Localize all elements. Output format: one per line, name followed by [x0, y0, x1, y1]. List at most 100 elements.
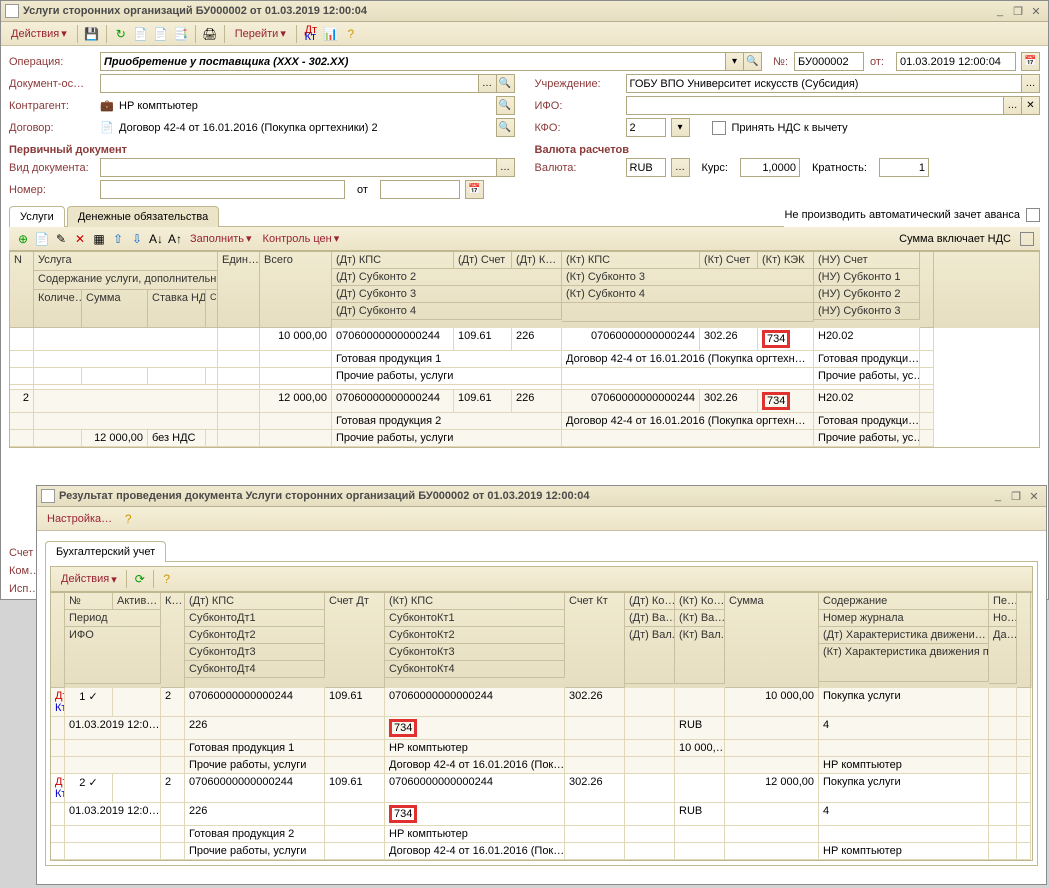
nomer-date[interactable] — [380, 180, 460, 199]
minimize-button[interactable]: _ — [992, 4, 1008, 18]
tab-bukh[interactable]: Бухгалтерский учет — [45, 541, 166, 562]
kurs-input[interactable] — [740, 158, 800, 177]
maximize-button[interactable]: ❐ — [1010, 4, 1026, 18]
clear-icon[interactable]: ▦ — [91, 231, 107, 247]
dogovor-input[interactable] — [116, 118, 497, 137]
actions-menu[interactable]: Действия ▾ — [7, 25, 71, 42]
col-skdt3[interactable]: СубконтоДт3 — [185, 644, 325, 661]
save-icon[interactable]: 💾 — [84, 26, 100, 42]
result-row[interactable]: ДтКт 1 ✓ 2 07060000000000244109.61 07060… — [51, 688, 1032, 717]
col-schetkt[interactable]: Счет Кт — [565, 593, 625, 688]
sort-desc-icon[interactable]: A↑ — [167, 231, 183, 247]
viddok-input[interactable] — [100, 158, 497, 177]
help-icon[interactable]: ? — [120, 511, 136, 527]
col-skkt3[interactable]: СубконтоКт3 — [385, 644, 565, 661]
nds-checkbox[interactable] — [712, 121, 726, 135]
col-ktva[interactable]: (Кт) Ва… — [675, 610, 725, 627]
num-input[interactable] — [794, 52, 864, 71]
uchr-pick[interactable]: … — [1021, 74, 1040, 93]
col-ktko[interactable]: (Кт) Ко… — [675, 593, 725, 610]
col-dtschet[interactable]: (Дт) Счет — [454, 252, 512, 269]
col-ifo[interactable]: ИФО — [65, 627, 161, 684]
doc-os-pick[interactable]: … — [478, 74, 497, 93]
ifo-pick[interactable]: … — [1003, 96, 1022, 115]
actions-menu-2[interactable]: Действия ▾ — [57, 571, 121, 588]
col-ktsk3[interactable]: (Кт) Субконто 3 — [562, 269, 814, 286]
edit-icon[interactable]: ✎ — [53, 231, 69, 247]
date-picker[interactable]: 📅 — [1021, 52, 1040, 71]
post-icon[interactable]: ↻ — [113, 26, 129, 42]
copy-icon[interactable]: 📄 — [153, 26, 169, 42]
valuta-pick[interactable]: … — [671, 158, 690, 177]
no-autoset-checkbox[interactable] — [1026, 208, 1040, 222]
col-nusk1[interactable]: (НУ) Субконто 1 — [814, 269, 920, 286]
doc-os-search[interactable]: 🔍 — [496, 74, 515, 93]
col-da[interactable]: Да… — [989, 627, 1017, 684]
col-skdt2[interactable]: СубконтоДт2 — [185, 627, 325, 644]
tab-denezh[interactable]: Денежные обязательства — [67, 206, 219, 227]
sum-nds-checkbox[interactable] — [1020, 232, 1034, 246]
help-icon[interactable]: ? — [159, 571, 175, 587]
col-dtko[interactable]: (Дт) Ко… — [625, 593, 675, 610]
ifo-clear[interactable]: ✕ — [1021, 96, 1040, 115]
col-nuschet[interactable]: (НУ) Счет — [814, 252, 920, 269]
col-dthar[interactable]: (Дт) Характеристика движени… — [819, 627, 989, 644]
col-usluga[interactable]: Услуга — [34, 252, 218, 271]
doc-os-input[interactable] — [100, 74, 479, 93]
nomer-input[interactable] — [100, 180, 345, 199]
tab-uslugi[interactable]: Услуги — [9, 206, 65, 227]
col-ktkps[interactable]: (Кт) КПС — [385, 593, 565, 610]
krat-input[interactable] — [879, 158, 929, 177]
col-kol[interactable]: Количе… — [34, 290, 82, 328]
dogovor-search[interactable]: 🔍 — [496, 118, 515, 137]
goto-menu[interactable]: Перейти ▾ — [231, 25, 290, 42]
col-dtsk2[interactable]: (Дт) Субконто 2 — [332, 269, 562, 286]
print-icon[interactable]: 🖨 — [202, 26, 218, 42]
operation-input[interactable] — [100, 52, 726, 71]
kontragent-input[interactable] — [116, 96, 497, 115]
down-icon[interactable]: ⇩ — [129, 231, 145, 247]
kfo-dd[interactable]: ▾ — [671, 118, 690, 137]
dtkt-icon[interactable]: ДтКт — [303, 26, 319, 42]
new-icon[interactable]: 📄 — [133, 26, 149, 42]
col-vsego[interactable]: Всего — [260, 252, 332, 328]
add-copy-icon[interactable]: 📄 — [34, 231, 50, 247]
close-button[interactable]: ✕ — [1028, 4, 1044, 18]
col-n[interactable]: № — [65, 593, 113, 610]
viddok-pick[interactable]: … — [496, 158, 515, 177]
col-nomzh[interactable]: Номер журнала — [819, 610, 989, 627]
col-dtsk3[interactable]: (Дт) Субконто 3 — [332, 286, 562, 303]
col-aktiv[interactable]: Актив… — [113, 593, 161, 610]
help-icon[interactable]: ? — [343, 26, 359, 42]
col-no[interactable]: Но… — [989, 610, 1017, 627]
col-sn[interactable]: С…Н… — [206, 290, 218, 328]
op-search[interactable]: 🔍 — [743, 52, 762, 71]
add-icon[interactable]: ⊕ — [15, 231, 31, 247]
grid-row[interactable]: 2 12 000,00 07060000000000244 109.61 226… — [10, 390, 1039, 447]
based-icon[interactable]: 📑 — [173, 26, 189, 42]
col-ktkps[interactable]: (Кт) КПС — [562, 252, 700, 269]
col-n[interactable]: N — [10, 252, 34, 328]
valuta-input[interactable] — [626, 158, 666, 177]
col-dtkps[interactable]: (Дт) КПС — [332, 252, 454, 269]
refresh-icon[interactable]: ⟳ — [132, 571, 148, 587]
maximize-button[interactable]: ❐ — [1008, 489, 1024, 503]
col-skkt1[interactable]: СубконтоКт1 — [385, 610, 565, 627]
minimize-button[interactable]: _ — [990, 489, 1006, 503]
op-dropdown[interactable]: ▾ — [725, 52, 744, 71]
col-skkt2[interactable]: СубконтоКт2 — [385, 627, 565, 644]
price-control-menu[interactable]: Контроль цен ▾ — [259, 230, 344, 247]
close-button[interactable]: ✕ — [1026, 489, 1042, 503]
sort-asc-icon[interactable]: A↓ — [148, 231, 164, 247]
col-dtkps[interactable]: (Дт) КПС — [185, 593, 325, 610]
col-dtsk4[interactable]: (Дт) Субконто 4 — [332, 303, 562, 320]
col-edin[interactable]: Един… — [218, 252, 260, 328]
col-nusk3[interactable]: (НУ) Субконто 3 — [814, 303, 920, 320]
col-sod[interactable]: Содержание услуги, дополнительные св… — [34, 271, 218, 290]
col-skdt4[interactable]: СубконтоДт4 — [185, 661, 325, 678]
col-skkt4[interactable]: СубконтоКт4 — [385, 661, 565, 678]
nomer-date-pick[interactable]: 📅 — [465, 180, 484, 199]
settings-button[interactable]: Настройка… — [43, 511, 116, 527]
result-row[interactable]: ДтКт 2 ✓ 2 07060000000000244109.61 07060… — [51, 774, 1032, 803]
date-input[interactable] — [896, 52, 1016, 71]
